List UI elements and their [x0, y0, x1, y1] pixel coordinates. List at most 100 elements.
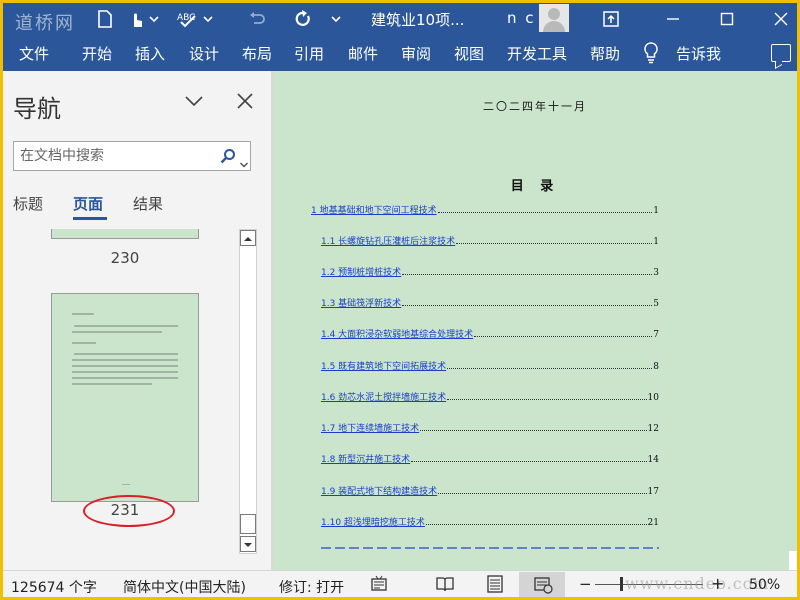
toc-page-number: 3	[653, 268, 659, 278]
watermark-text: 道桥网	[15, 13, 75, 34]
toc-entry[interactable]: 1.10 超浅埋暗挖施工技术 21	[321, 514, 659, 528]
toc-link[interactable]: 1.6 劲芯水泥土搅拌墙施工技术	[321, 390, 446, 403]
user-name[interactable]: n c	[507, 9, 536, 27]
tab-results[interactable]: 结果	[133, 193, 163, 214]
restore-icon[interactable]	[715, 7, 739, 31]
search-box	[13, 141, 251, 171]
tab-help[interactable]: 帮助	[590, 43, 620, 64]
zoom-level[interactable]: 50%	[749, 577, 780, 593]
toc-page-number: 17	[647, 487, 659, 497]
avatar[interactable]	[539, 4, 569, 32]
document-date: 二〇二四年十一月	[483, 100, 587, 113]
toc-page-number: 12	[647, 424, 659, 434]
scrollbar[interactable]	[239, 229, 257, 554]
tab-insert[interactable]: 插入	[135, 43, 165, 64]
chevron-down-icon[interactable]	[329, 7, 343, 31]
language-indicator[interactable]: 简体中文(中国大陆)	[123, 577, 246, 597]
close-icon[interactable]	[769, 7, 793, 31]
chevron-down-icon[interactable]	[240, 153, 248, 168]
accessibility-icon[interactable]	[369, 575, 389, 593]
toc-page-number: 14	[647, 455, 659, 465]
tab-references[interactable]: 引用	[294, 43, 324, 64]
tab-view[interactable]: 视图	[454, 43, 484, 64]
toc-entry[interactable]: 1.7 地下连续墙施工技术 12	[321, 420, 659, 434]
document-scrollbar[interactable]	[789, 551, 797, 570]
tell-me-box[interactable]: 告诉我	[676, 43, 721, 64]
toc-entry[interactable]: 1.2 预制桩增桩技术 3	[321, 264, 659, 278]
web-layout-button[interactable]	[519, 572, 565, 597]
toc-entry[interactable]: 1.9 装配式地下结构建造技术 17	[321, 483, 659, 497]
toc-entry[interactable]: 1.6 劲芯水泥土搅拌墙施工技术 10	[321, 389, 659, 403]
toc-page-number: 10	[647, 393, 659, 403]
zoom-in-button[interactable]: +	[711, 574, 724, 593]
document-title: 建筑业10项...	[371, 11, 465, 29]
toc-entry[interactable]: 1 地基基础和地下空间工程技术 1	[311, 202, 659, 216]
toc-entry-partial	[321, 547, 659, 549]
tab-mailings[interactable]: 邮件	[348, 43, 378, 64]
print-layout-icon[interactable]	[485, 575, 505, 593]
read-mode-icon[interactable]	[435, 575, 455, 593]
redo-icon[interactable]	[291, 7, 315, 31]
toc-link[interactable]: 1.1 长螺旋钻孔压灌桩后注浆技术	[321, 234, 455, 247]
page-number: 230	[110, 249, 140, 267]
toc-link[interactable]: 1.5 既有建筑地下空间拓展技术	[321, 359, 446, 372]
tab-developer[interactable]: 开发工具	[507, 43, 567, 64]
spelling-check-icon[interactable]: ABC	[175, 7, 199, 31]
toc-entry[interactable]: 1.8 新型沉井施工技术 14	[321, 451, 659, 465]
scroll-down-button[interactable]	[240, 536, 256, 552]
scroll-up-button[interactable]	[240, 230, 256, 246]
word-count[interactable]: 125674 个字	[11, 577, 97, 597]
ribbon-tab-bar: 文件 开始 插入 设计 布局 引用 邮件 审阅 视图 开发工具 帮助 告诉我	[3, 35, 797, 71]
document-page[interactable]: 二〇二四年十一月 目 录 1 地基基础和地下空间工程技术 1 1.1 长螺旋钻孔…	[273, 71, 797, 570]
toc-page-number: 5	[653, 299, 659, 309]
toc-entry[interactable]: 1.4 大面积浸杂软弱地基综合处理技术 7	[321, 326, 659, 340]
page-thumbnail[interactable]	[51, 293, 199, 502]
minimize-icon[interactable]	[661, 7, 685, 31]
toc-link[interactable]: 1.9 装配式地下结构建造技术	[321, 484, 437, 497]
tab-headings[interactable]: 标题	[13, 193, 43, 214]
toc-link[interactable]: 1.8 新型沉井施工技术	[321, 452, 410, 465]
toc-entry[interactable]: 1.5 既有建筑地下空间拓展技术 8	[321, 358, 659, 372]
toc-link[interactable]: 1.10 超浅埋暗挖施工技术	[321, 515, 425, 528]
zoom-slider-thumb[interactable]	[620, 577, 623, 591]
tab-design[interactable]: 设计	[189, 43, 219, 64]
active-tab-indicator	[73, 217, 107, 220]
scroll-thumb[interactable]	[240, 514, 256, 534]
toc-link[interactable]: 1.7 地下连续墙施工技术	[321, 421, 419, 434]
tab-home[interactable]: 开始	[82, 43, 112, 64]
ribbon-display-icon[interactable]	[599, 7, 623, 31]
chevron-down-icon[interactable]	[183, 93, 205, 109]
tab-layout[interactable]: 布局	[242, 43, 272, 64]
toc-heading: 目 录	[510, 179, 560, 194]
zoom-out-button[interactable]: −	[579, 575, 592, 593]
lightbulb-icon[interactable]	[643, 42, 659, 64]
toc-link[interactable]: 1.3 基础筏浮新技术	[321, 296, 401, 309]
undo-icon[interactable]	[245, 7, 269, 31]
pane-title: 导航	[13, 95, 61, 123]
tab-pages[interactable]: 页面	[73, 193, 103, 214]
toc-link[interactable]: 1.2 预制桩增桩技术	[321, 265, 401, 278]
toc-entry[interactable]: 1.1 长螺旋钻孔压灌桩后注浆技术 1	[321, 233, 659, 247]
navigation-pane: 导航 标题 页面 结果 230	[3, 71, 271, 570]
toc-page-number: 21	[647, 518, 659, 528]
page-number: 231	[110, 501, 140, 519]
toc-link[interactable]: 1.4 大面积浸杂软弱地基综合处理技术	[321, 327, 473, 340]
tab-file[interactable]: 文件	[19, 43, 49, 64]
page-thumbnail[interactable]	[51, 229, 199, 239]
track-changes-status[interactable]: 修订: 打开	[279, 577, 344, 597]
comments-icon[interactable]	[771, 44, 791, 62]
tab-review[interactable]: 审阅	[401, 43, 431, 64]
toc-entry[interactable]: 1.3 基础筏浮新技术 5	[321, 295, 659, 309]
chevron-down-icon[interactable]	[201, 7, 215, 31]
search-icon[interactable]	[220, 148, 236, 164]
save-icon[interactable]	[93, 7, 117, 31]
touch-mode-icon[interactable]	[125, 7, 149, 31]
toc-page-number: 1	[653, 206, 659, 216]
toc-link[interactable]: 1 地基基础和地下空间工程技术	[311, 203, 437, 216]
chevron-down-icon[interactable]	[147, 7, 161, 31]
close-icon[interactable]	[235, 91, 255, 111]
search-input[interactable]	[20, 146, 216, 166]
watermark-text: www.cndeo.com	[625, 574, 770, 593]
toc-page-number: 1	[653, 237, 659, 247]
toc-page-number: 7	[653, 330, 659, 340]
